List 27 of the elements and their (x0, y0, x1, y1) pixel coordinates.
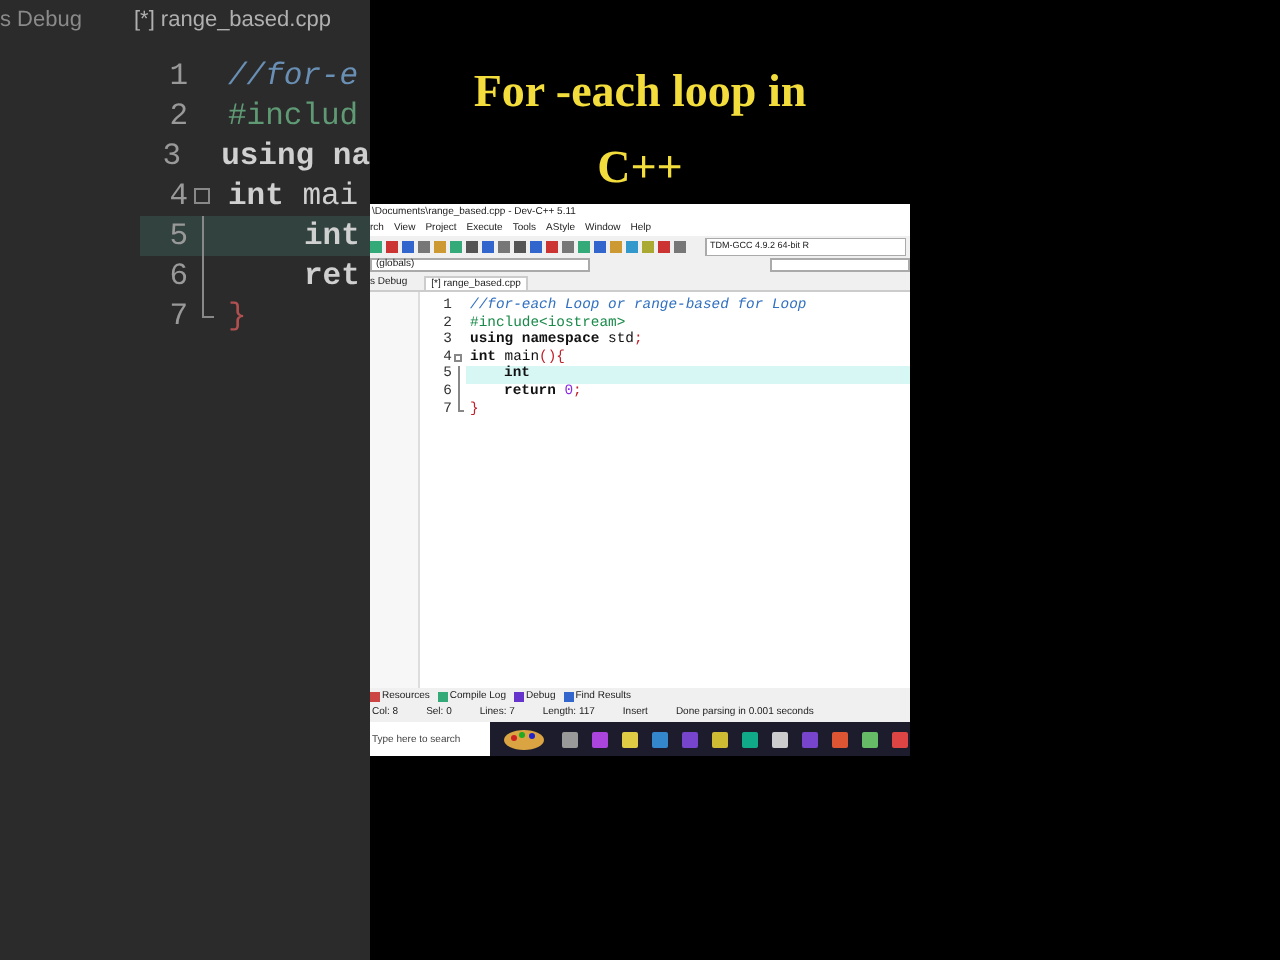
fold-toggle-icon[interactable] (454, 353, 462, 362)
line-number: 1 (167, 56, 188, 96)
file-tab[interactable]: [*] range_based.cpp (133, 4, 331, 44)
panel-icon (437, 692, 448, 702)
code-line: ret (302, 256, 360, 296)
line-number: 5 (167, 216, 188, 256)
palette-icon (502, 727, 546, 751)
symbol-dropdown[interactable] (770, 258, 910, 272)
panel-icon (513, 692, 524, 702)
code-line: #includ (226, 96, 359, 136)
toolbar-icons-drawing[interactable] (370, 237, 906, 255)
taskbar-icons-drawing[interactable] (557, 727, 910, 751)
code-line: //for-e (226, 56, 359, 96)
video-title: For -each loop in C++ (471, 64, 809, 196)
file-tab[interactable]: s Debug (0, 4, 82, 44)
code-line: } (226, 296, 247, 336)
panel-icon (563, 692, 574, 702)
line-number: 7 (167, 296, 188, 336)
line-number: 4 (167, 176, 188, 216)
line-number: 2 (167, 96, 188, 136)
code-line: int mai (226, 176, 359, 216)
panel-icon (370, 692, 380, 702)
line-number: 3 (160, 136, 182, 176)
code-line: using na (219, 136, 370, 176)
code-line: int (302, 216, 360, 256)
fold-toggle-icon[interactable] (194, 188, 210, 204)
line-number: 6 (167, 256, 188, 296)
